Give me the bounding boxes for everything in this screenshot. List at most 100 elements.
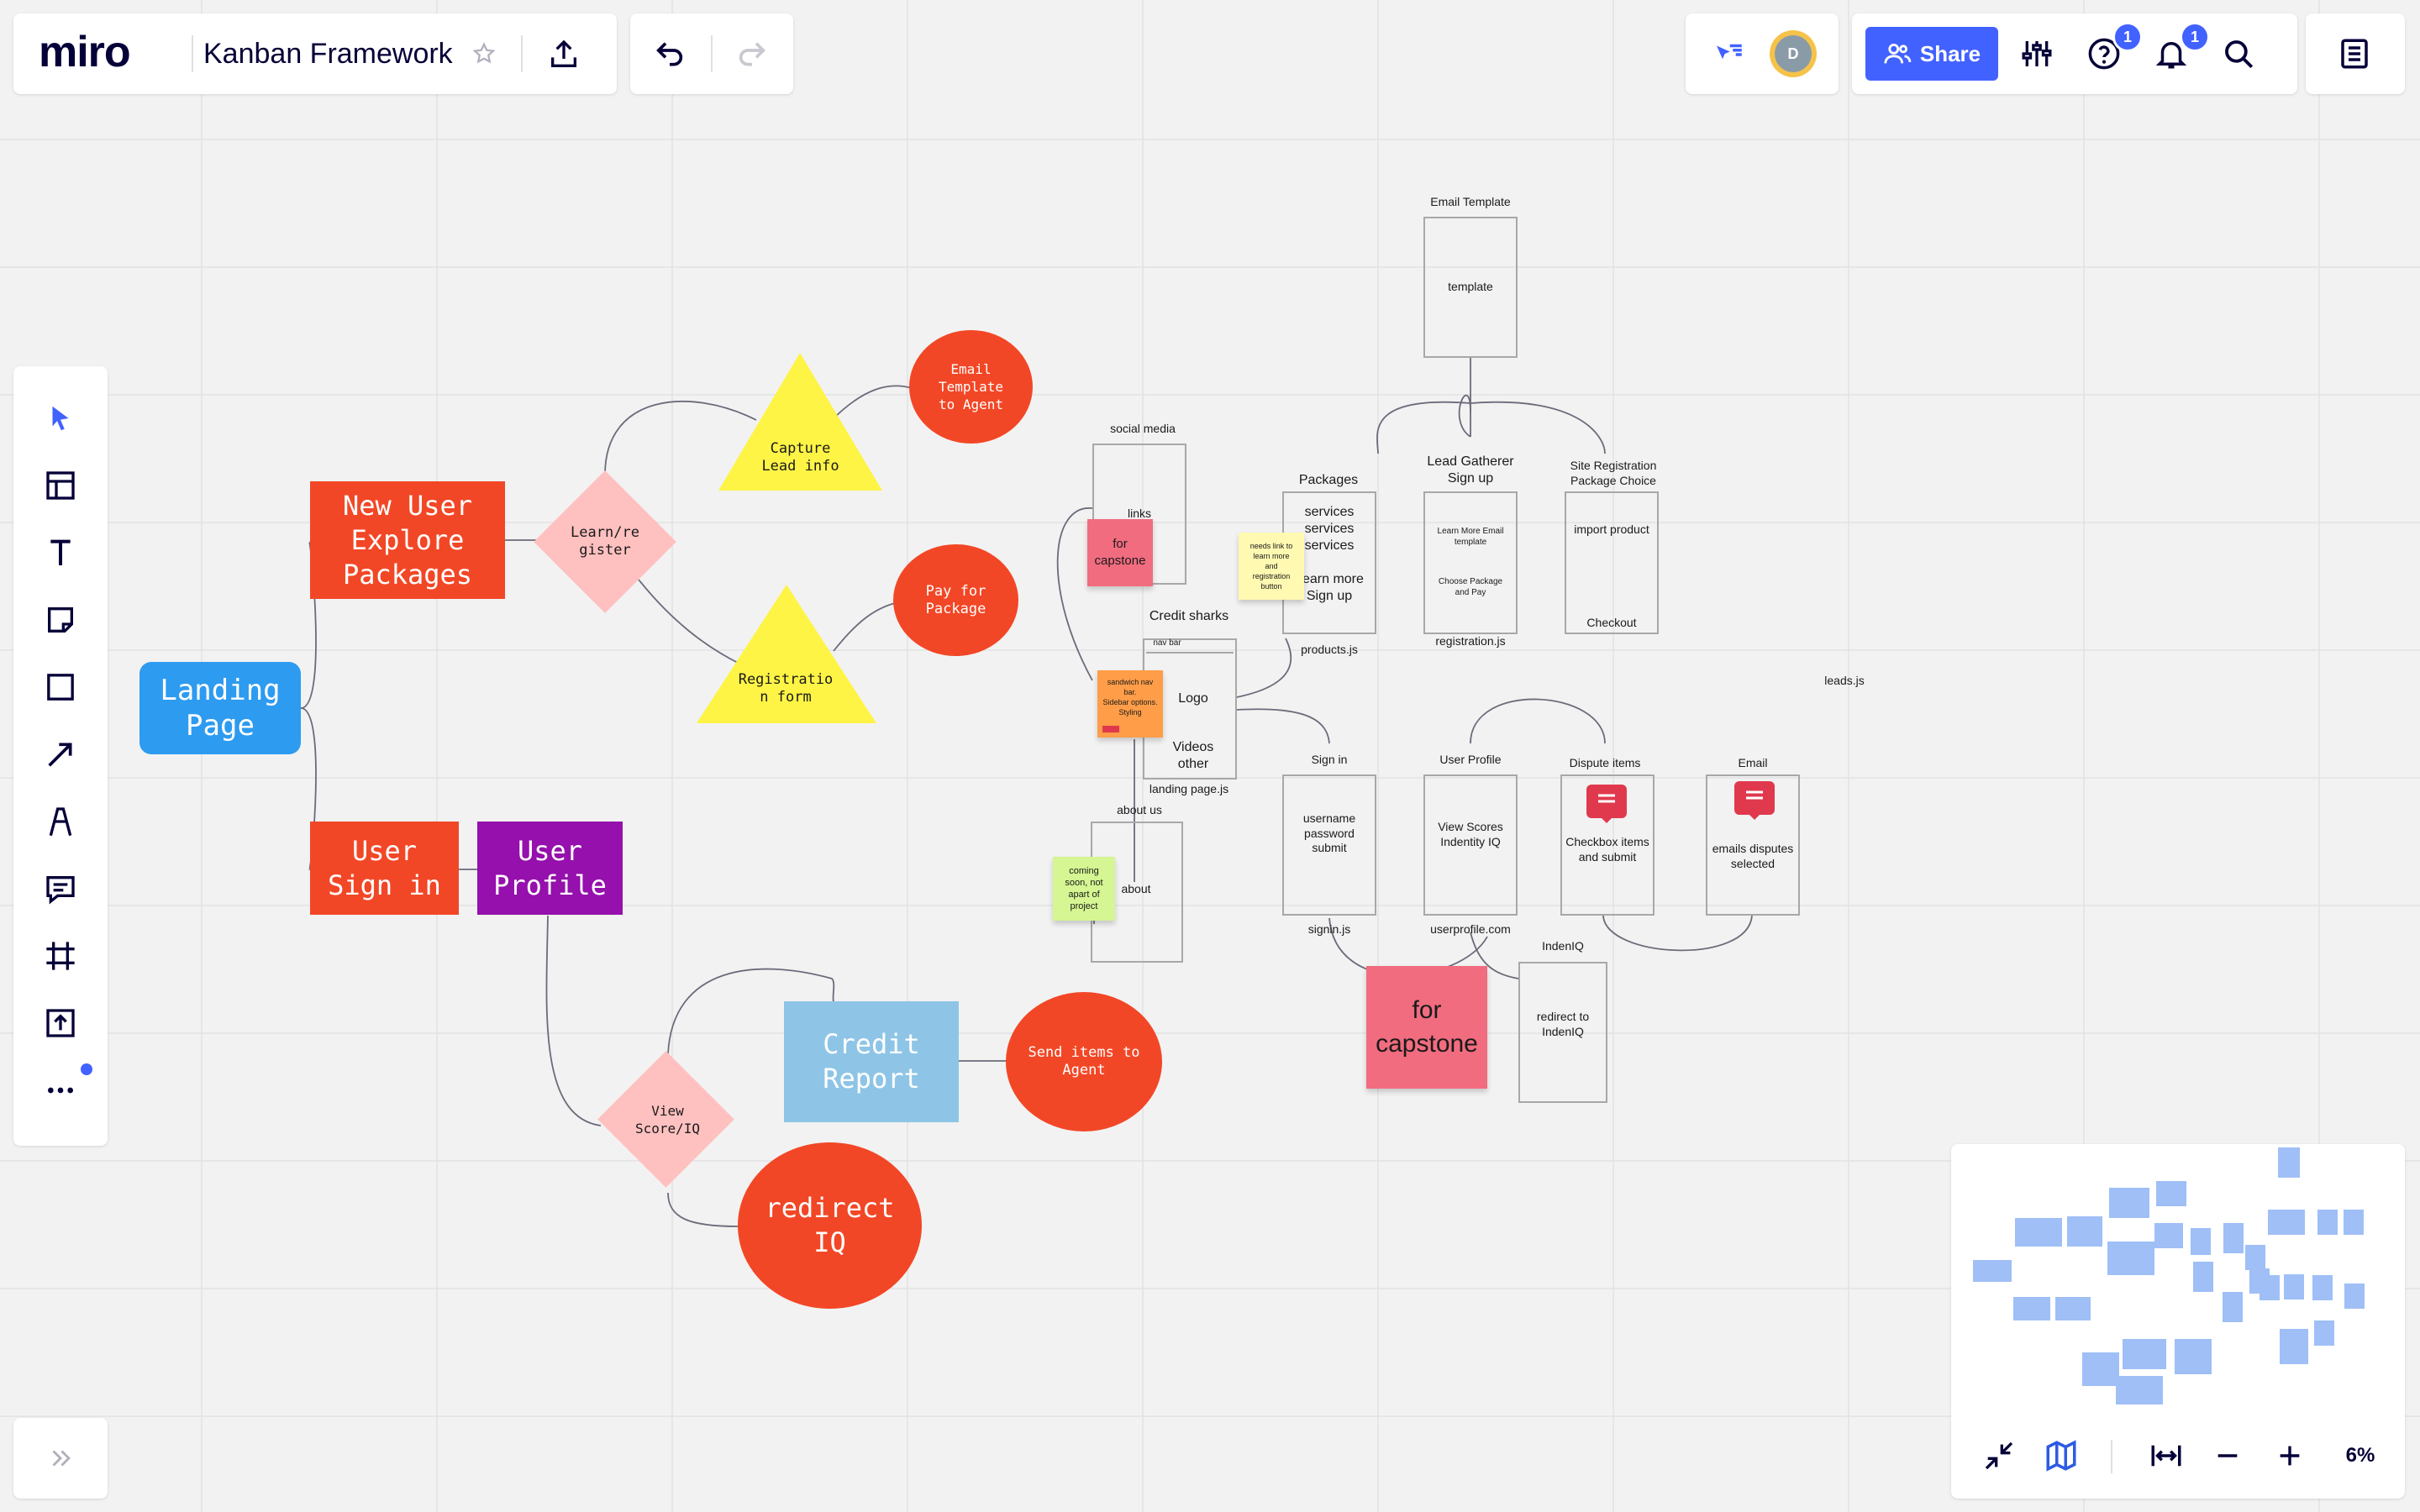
- email-comment-icon[interactable]: [1734, 781, 1775, 820]
- sticky-needs-link[interactable]: needs link to learn more and registratio…: [1239, 533, 1304, 600]
- frame-tool[interactable]: [13, 926, 108, 986]
- share-label: Share: [1919, 40, 1981, 66]
- packages-title: Packages: [1298, 473, 1359, 487]
- board-notes-icon[interactable]: [2333, 32, 2376, 76]
- undo-icon[interactable]: [649, 34, 691, 76]
- header-divider-2: [521, 35, 523, 72]
- import-product-label: import product: [1574, 522, 1649, 536]
- landing-page-js-label: landing page.js: [1149, 782, 1229, 795]
- help-badge: 1: [2112, 22, 2143, 52]
- upload-tool[interactable]: [13, 993, 108, 1053]
- users-icon: [1884, 43, 1912, 64]
- select-tool[interactable]: [13, 388, 108, 449]
- credit-sharks-label: Credit sharks: [1149, 609, 1229, 623]
- about-us-label: about us: [1117, 803, 1162, 816]
- comment-icon: [46, 876, 75, 905]
- comment-tool[interactable]: [13, 858, 108, 919]
- leads-js-label: leads.js: [1824, 674, 1865, 687]
- pen-tool[interactable]: [13, 791, 108, 852]
- indeniq-body: redirect to IndenIQ: [1536, 1010, 1590, 1038]
- sticky-coming-soon[interactable]: coming soon, not apart of project: [1053, 857, 1115, 921]
- site-registration-frame[interactable]: [1565, 491, 1659, 634]
- search-icon[interactable]: [2217, 32, 2260, 76]
- shape-tool[interactable]: [13, 657, 108, 717]
- zoom-level[interactable]: 6%: [2331, 1443, 2390, 1468]
- zoom-out-icon[interactable]: [2207, 1435, 2249, 1477]
- zoom-in-icon[interactable]: [2269, 1435, 2311, 1477]
- notes-panel: [2306, 13, 2405, 94]
- email-template-agent-circle[interactable]: Email Template to Agent: [909, 330, 1033, 444]
- sticky-for-capstone-small[interactable]: for capstone: [1087, 519, 1153, 586]
- view-score-label: View Score/IQ: [634, 1103, 701, 1137]
- lead-gatherer-title: Lead Gatherer Sign up: [1427, 454, 1514, 486]
- signin-js-label: signin.js: [1307, 922, 1351, 936]
- user-avatar[interactable]: D: [1770, 30, 1817, 77]
- user-profile-title: User Profile: [1439, 753, 1502, 766]
- collapse-minimap-icon[interactable]: [1978, 1435, 2020, 1477]
- minimap-divider: [2111, 1440, 2112, 1473]
- sticky-sandwich-tag: [1102, 726, 1119, 732]
- more-tools-dot: [81, 1063, 92, 1075]
- nav-bar-label: nav bar: [1153, 638, 1181, 648]
- double-chevron-right-icon: [52, 1450, 71, 1467]
- dispute-items-body: Checkbox items and submit: [1565, 835, 1649, 864]
- settings-sliders-icon[interactable]: [2015, 32, 2059, 76]
- social-media-label: social media: [1110, 422, 1176, 435]
- send-items-agent-circle[interactable]: Send items to Agent: [1006, 992, 1162, 1131]
- indeniq-title: IndenIQ: [1542, 939, 1584, 953]
- expand-panel-button[interactable]: [13, 1418, 108, 1499]
- export-icon[interactable]: [543, 34, 585, 76]
- registration-form-label[interactable]: Registratio n form: [723, 664, 849, 714]
- more-tools[interactable]: [13, 1060, 108, 1121]
- text-tool[interactable]: [13, 522, 108, 583]
- credit-report-shape[interactable]: Credit Report: [784, 1001, 959, 1122]
- cursor-icon: [52, 406, 69, 431]
- about-label: about: [1121, 882, 1151, 895]
- collaboration-panel: D: [1686, 13, 1839, 94]
- share-button[interactable]: Share: [1865, 27, 1998, 81]
- pay-for-package-circle[interactable]: Pay for Package: [893, 544, 1018, 656]
- upload-icon: [46, 1009, 75, 1037]
- sticky-for-capstone-big[interactable]: for capstone: [1366, 966, 1487, 1089]
- minimap-panel: 6%: [1951, 1144, 2405, 1499]
- videos-other-label: Videos other: [1172, 740, 1214, 771]
- landing-page-shape[interactable]: Landing Page: [139, 662, 301, 754]
- board-title[interactable]: Kanban Framework: [203, 37, 453, 71]
- sticky-note-tool[interactable]: [13, 590, 108, 650]
- notifications-badge: 1: [2180, 22, 2210, 52]
- map-icon[interactable]: [2040, 1435, 2082, 1477]
- templates-tool[interactable]: [13, 455, 108, 516]
- left-toolbar: [13, 366, 108, 1146]
- board-header-panel: miro Kanban Framework: [13, 13, 617, 94]
- header-divider: [192, 35, 193, 72]
- pen-icon: [49, 807, 72, 837]
- site-registration-title: Site Registration Package Choice: [1570, 459, 1657, 487]
- redo-icon[interactable]: [731, 34, 773, 76]
- email-body: emails disputes selected: [1712, 842, 1794, 870]
- logo-label: Logo: [1178, 691, 1208, 706]
- email-title: Email: [1738, 756, 1768, 769]
- learn-register-label: Learn/re gister: [571, 524, 639, 559]
- nav-bar-line: [1146, 652, 1234, 654]
- sign-in-fields: username password submit: [1302, 811, 1356, 854]
- star-icon[interactable]: [467, 37, 501, 71]
- miro-logo[interactable]: miro: [39, 29, 131, 76]
- dispute-comment-icon[interactable]: [1586, 785, 1627, 823]
- arrow-icon: [48, 743, 72, 767]
- new-user-explore-packages-shape[interactable]: New User Explore Packages: [310, 481, 505, 599]
- undo-redo-panel: [630, 13, 793, 94]
- redirect-iq-circle[interactable]: redirect IQ: [738, 1142, 922, 1309]
- lead-gatherer-frame[interactable]: [1423, 491, 1518, 634]
- minimap[interactable]: [1951, 1144, 2405, 1404]
- top-actions-panel: Share 1 1: [1852, 13, 2297, 94]
- capture-lead-label[interactable]: Capture Lead info: [739, 433, 861, 483]
- text-icon: [50, 539, 71, 565]
- attention-cursor-icon[interactable]: [1707, 34, 1749, 76]
- userprofile-com-label: userprofile.com: [1430, 922, 1511, 936]
- checkout-label: Checkout: [1586, 616, 1637, 629]
- user-profile-shape[interactable]: User Profile: [477, 822, 623, 915]
- fit-to-screen-icon[interactable]: [2144, 1435, 2188, 1477]
- connection-line-tool[interactable]: [13, 724, 108, 785]
- email-template-title: Email Template: [1430, 195, 1511, 208]
- user-sign-in-shape[interactable]: User Sign in: [310, 822, 459, 915]
